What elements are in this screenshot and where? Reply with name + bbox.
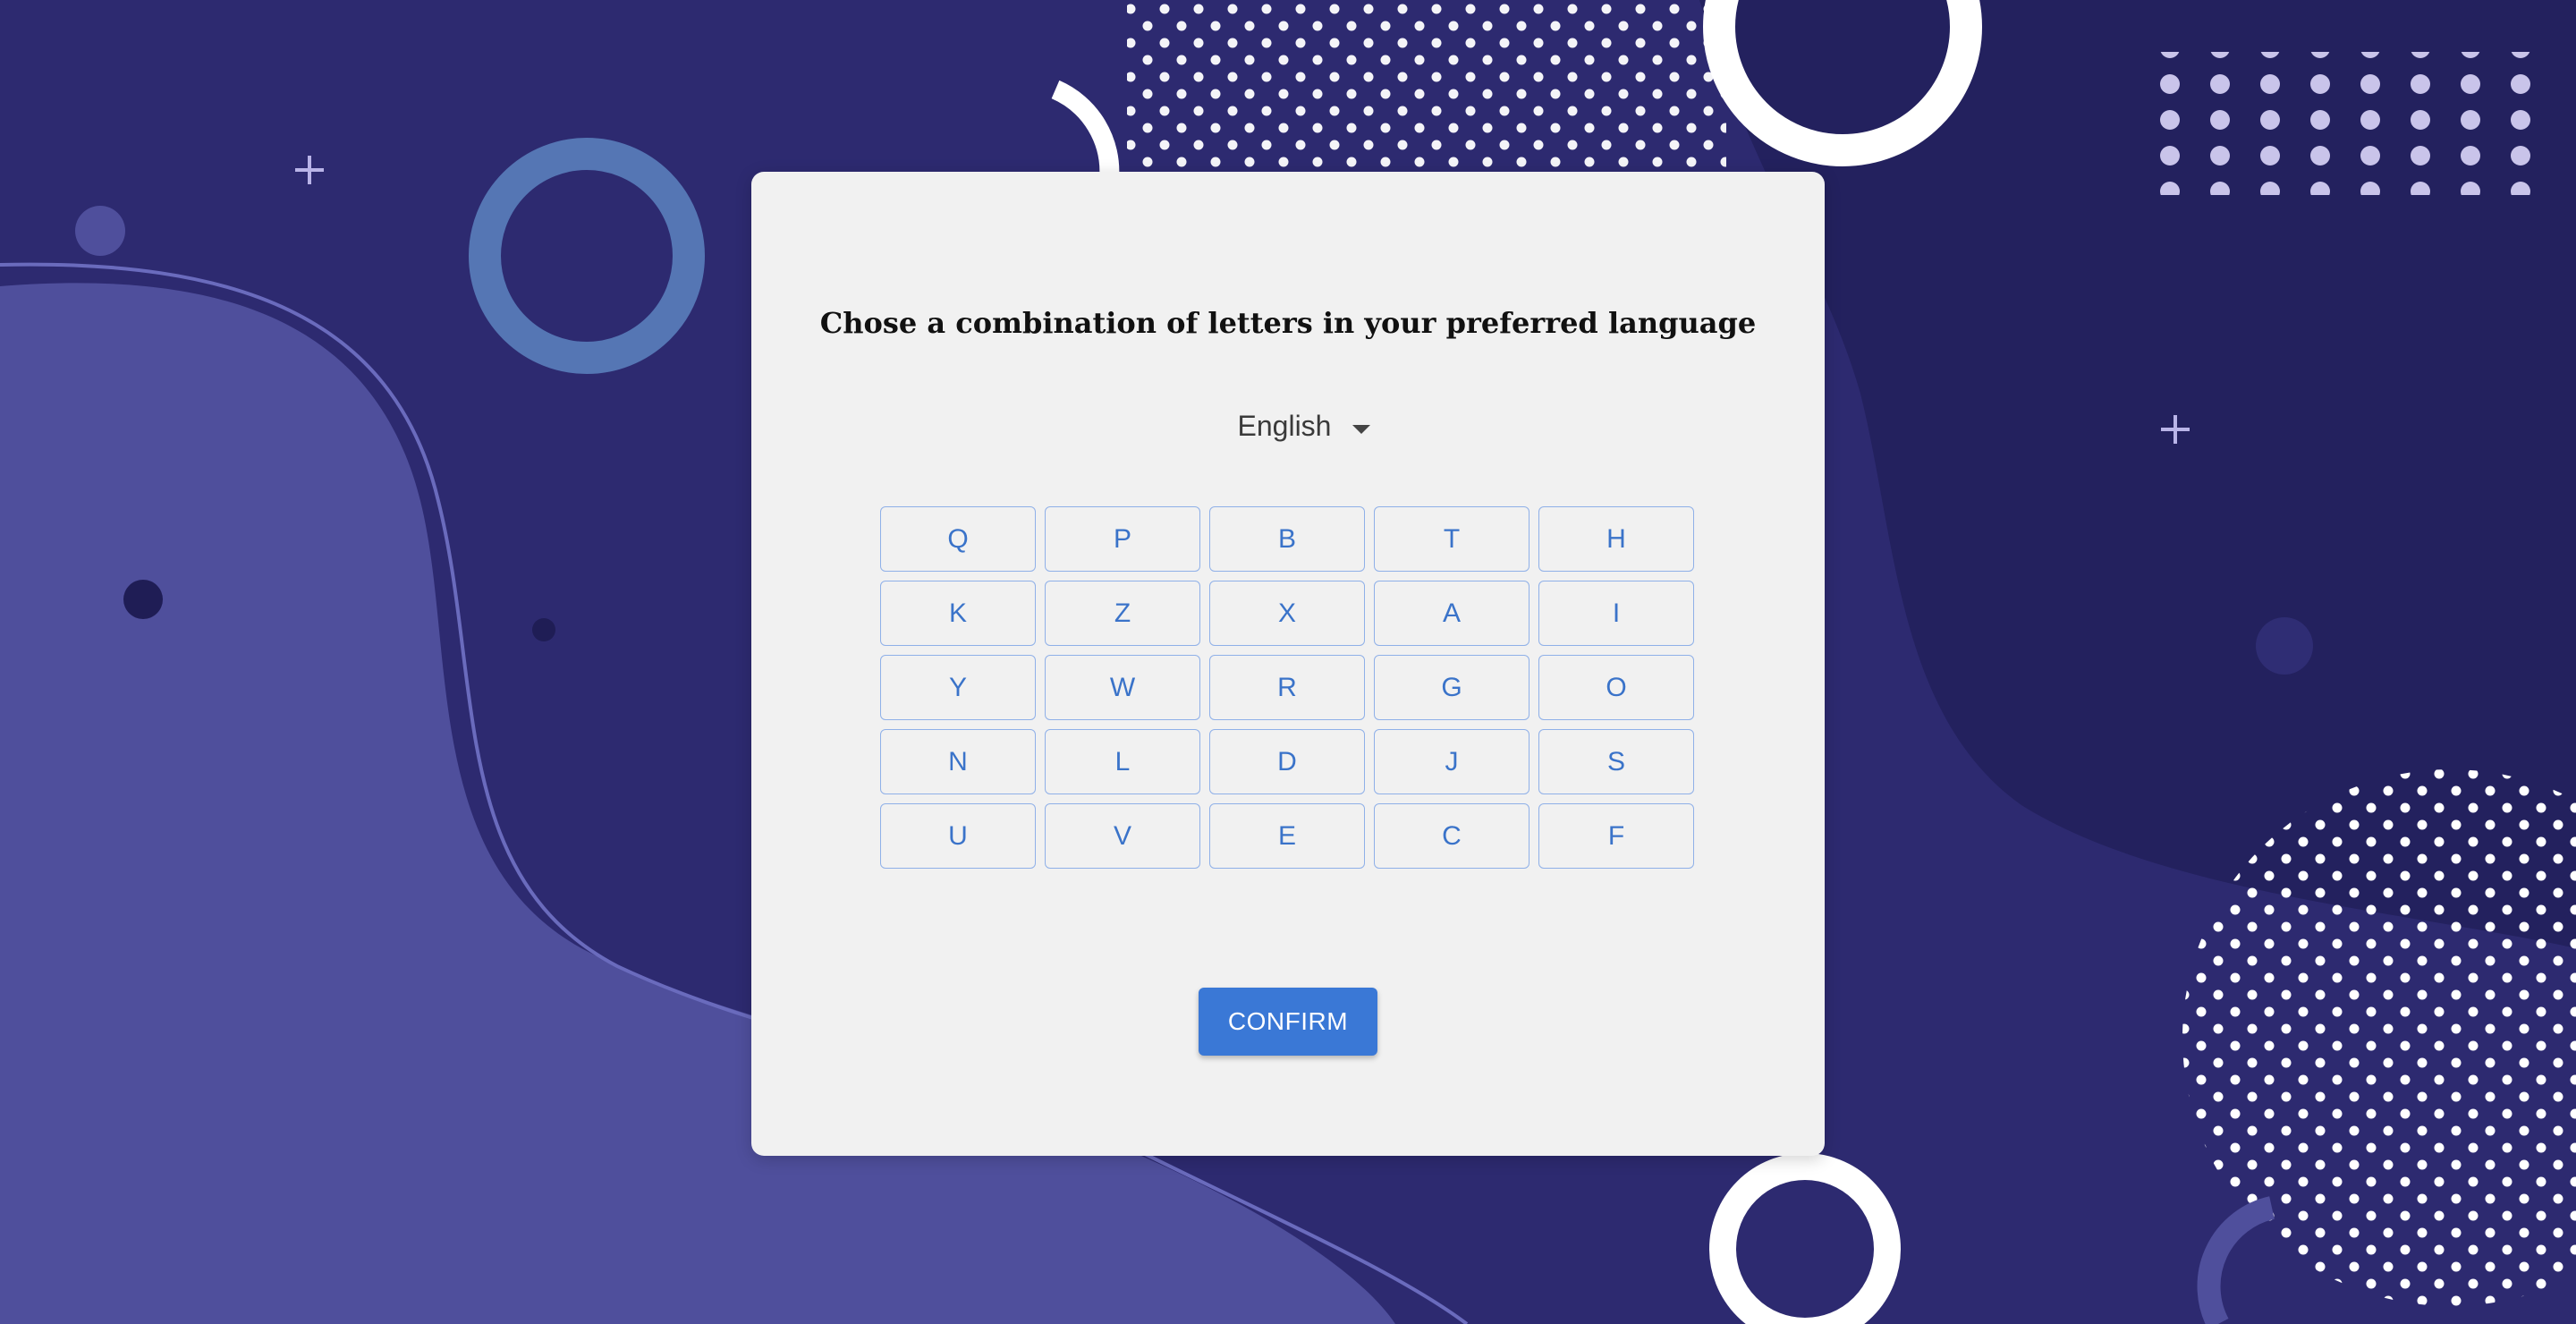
letter-button[interactable]: O [1538, 655, 1694, 720]
confirm-button[interactable]: CONFIRM [1199, 988, 1377, 1056]
letter-button[interactable]: Q [880, 506, 1036, 572]
letter-button[interactable]: J [1374, 729, 1530, 794]
letter-button[interactable]: D [1209, 729, 1365, 794]
letter-button[interactable]: N [880, 729, 1036, 794]
letter-grid: Q P B T H K Z X A I Y W R G O N L D J S … [880, 506, 1696, 869]
letter-button[interactable]: C [1374, 803, 1530, 869]
dialog-title: Chose a combination of letters in your p… [819, 306, 1757, 340]
letter-button[interactable]: B [1209, 506, 1365, 572]
letter-button[interactable]: G [1374, 655, 1530, 720]
letter-button[interactable]: A [1374, 581, 1530, 646]
caret-down-icon [1352, 424, 1371, 434]
letter-button[interactable]: L [1045, 729, 1200, 794]
letter-button[interactable]: K [880, 581, 1036, 646]
letter-button[interactable]: V [1045, 803, 1200, 869]
letter-button[interactable]: X [1209, 581, 1365, 646]
letter-button[interactable]: T [1374, 506, 1530, 572]
language-selected-value: English [1237, 410, 1332, 442]
letter-button[interactable]: Z [1045, 581, 1200, 646]
letter-button[interactable]: R [1209, 655, 1365, 720]
letter-selection-dialog: Chose a combination of letters in your p… [751, 172, 1825, 1156]
language-dropdown[interactable]: English [1227, 403, 1382, 450]
language-selector-row: English [751, 403, 1825, 450]
letter-button[interactable]: S [1538, 729, 1694, 794]
letter-button[interactable]: E [1209, 803, 1365, 869]
letter-button[interactable]: W [1045, 655, 1200, 720]
letter-button[interactable]: Y [880, 655, 1036, 720]
letter-button[interactable]: H [1538, 506, 1694, 572]
letter-button[interactable]: I [1538, 581, 1694, 646]
letter-button[interactable]: P [1045, 506, 1200, 572]
letter-button[interactable]: U [880, 803, 1036, 869]
letter-button[interactable]: F [1538, 803, 1694, 869]
